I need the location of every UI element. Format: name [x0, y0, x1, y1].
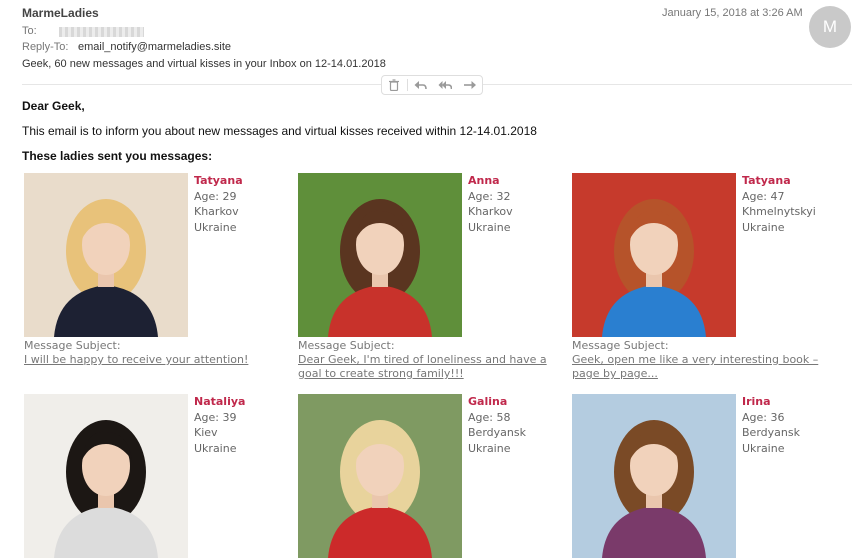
- portrait-image: [572, 173, 736, 337]
- profile-age: Age: 47: [742, 189, 785, 203]
- mail-subject: Geek, 60 new messages and virtual kisses…: [22, 58, 386, 70]
- message-subject-label: Message Subject:: [24, 339, 121, 352]
- forward-icon: [463, 81, 476, 89]
- avatar[interactable]: M: [809, 6, 851, 48]
- section-heading: These ladies sent you messages:: [22, 149, 213, 163]
- profile-country: Ukraine: [194, 220, 237, 234]
- portrait-image: [24, 173, 188, 337]
- portrait-image: [24, 394, 188, 558]
- profile-age: Age: 36: [742, 410, 785, 424]
- reply-button[interactable]: [408, 76, 433, 94]
- greeting: Dear Geek,: [22, 99, 85, 113]
- profile-name[interactable]: Tatyana: [194, 173, 243, 189]
- reply-to-address[interactable]: email_notify@marmeladies.site: [78, 41, 231, 53]
- profile-photo[interactable]: [24, 173, 188, 337]
- profile-country: Ukraine: [468, 441, 511, 455]
- profile-name[interactable]: Anna: [468, 173, 513, 189]
- redacted-recipient: [59, 27, 144, 37]
- reply-all-icon: [438, 81, 452, 90]
- profile-age: Age: 29: [194, 189, 237, 203]
- profile-name[interactable]: Galina: [468, 394, 526, 410]
- sent-date: January 15, 2018 at 3:26 AM: [662, 7, 803, 19]
- profile-age: Age: 39: [194, 410, 237, 424]
- profile-city: Kiev: [194, 426, 218, 439]
- profile-country: Ukraine: [742, 220, 785, 234]
- profile-age: Age: 32: [468, 189, 511, 203]
- portrait-image: [572, 394, 736, 558]
- reply-to-label: Reply-To:: [22, 41, 69, 53]
- trash-icon: [389, 79, 400, 91]
- profile-country: Ukraine: [468, 220, 511, 234]
- mail-header: MarmeLadies January 15, 2018 at 3:26 AM …: [0, 0, 860, 96]
- profile-info: Galina Age: 58 Berdyansk Ukraine: [468, 394, 526, 456]
- profile-info: Tatyana Age: 47 Khmelnytskyi Ukraine: [742, 173, 816, 235]
- forward-button[interactable]: [457, 76, 482, 94]
- profile-name[interactable]: Nataliya: [194, 394, 245, 410]
- portrait-image: [298, 394, 462, 558]
- profile-country: Ukraine: [194, 441, 237, 455]
- portrait-image: [298, 173, 462, 337]
- message-subject-label: Message Subject:: [298, 339, 395, 352]
- profile-city: Kharkov: [468, 205, 513, 218]
- profile-info: Nataliya Age: 39 Kiev Ukraine: [194, 394, 245, 456]
- profile-info: Tatyana Age: 29 Kharkov Ukraine: [194, 173, 243, 235]
- to-label: To:: [22, 25, 37, 37]
- profile-country: Ukraine: [742, 441, 785, 455]
- profile-photo[interactable]: [24, 394, 188, 558]
- trash-button[interactable]: [382, 76, 407, 94]
- message-toolbar: [381, 75, 483, 95]
- profile-name[interactable]: Irina: [742, 394, 800, 410]
- profile-city: Berdyansk: [468, 426, 526, 439]
- profile-photo[interactable]: [298, 173, 462, 337]
- sender-name: MarmeLadies: [22, 6, 99, 20]
- profile-photo[interactable]: [572, 394, 736, 558]
- message-subject-link[interactable]: I will be happy to receive your attentio…: [24, 353, 279, 367]
- message-subject-link[interactable]: Dear Geek, I'm tired of loneliness and h…: [298, 353, 553, 381]
- profile-info: Anna Age: 32 Kharkov Ukraine: [468, 173, 513, 235]
- profile-photo[interactable]: [298, 394, 462, 558]
- profile-age: Age: 58: [468, 410, 511, 424]
- message-subject-label: Message Subject:: [572, 339, 669, 352]
- profile-city: Kharkov: [194, 205, 239, 218]
- profile-city: Berdyansk: [742, 426, 800, 439]
- reply-icon: [414, 81, 427, 90]
- profile-photo[interactable]: [572, 173, 736, 337]
- profile-city: Khmelnytskyi: [742, 205, 816, 218]
- profile-name[interactable]: Tatyana: [742, 173, 816, 189]
- intro-text: This email is to inform you about new me…: [22, 124, 537, 138]
- message-subject-link[interactable]: Geek, open me like a very interesting bo…: [572, 353, 827, 381]
- reply-all-button[interactable]: [433, 76, 458, 94]
- profile-info: Irina Age: 36 Berdyansk Ukraine: [742, 394, 800, 456]
